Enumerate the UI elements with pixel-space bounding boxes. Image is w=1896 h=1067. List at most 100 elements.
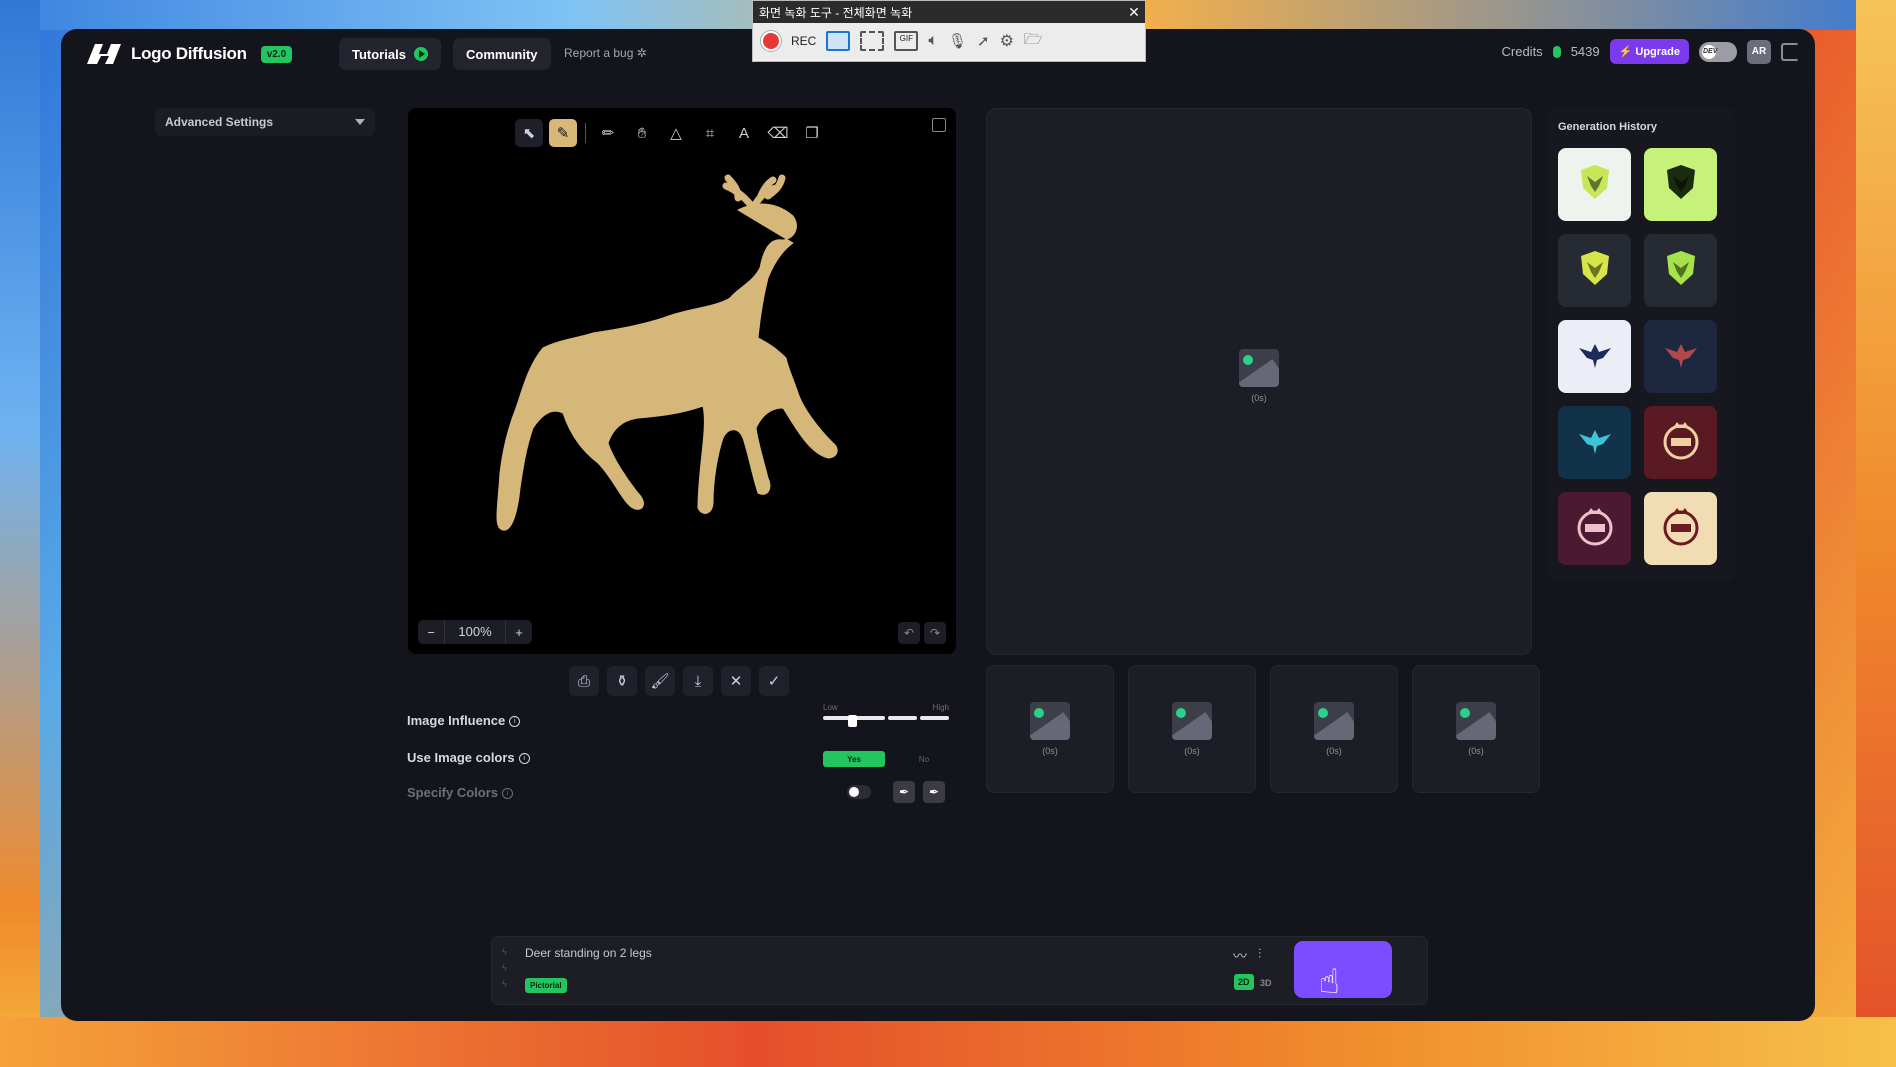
- canvas-actions: ⎙ ⚱ 🖌︎ ⤓ ✕ ✓: [569, 666, 789, 696]
- history-item[interactable]: [1558, 492, 1631, 565]
- fullscreen-icon[interactable]: [826, 31, 851, 51]
- info-icon[interactable]: i: [509, 716, 521, 728]
- image-placeholder-icon: [1456, 702, 1496, 740]
- rec-label[interactable]: REC: [791, 34, 816, 48]
- check-icon[interactable]: ✓: [759, 666, 789, 696]
- account-area: Credits 5439 ⚡ Upgrade DEV AR: [1501, 39, 1799, 64]
- clean-brush-icon[interactable]: 🖌︎: [645, 666, 675, 696]
- variation-thumb[interactable]: (0s): [1270, 665, 1398, 793]
- eagle-icon: [1575, 420, 1615, 465]
- region-select-icon[interactable]: [860, 31, 885, 51]
- report-label: Report a bug: [564, 46, 634, 60]
- thumb-time: (0s): [1326, 746, 1342, 756]
- mode-3d-button[interactable]: 3D: [1260, 978, 1272, 988]
- history-item[interactable]: [1644, 492, 1717, 565]
- recorder-title: 화면 녹화 도구 - 전체화면 녹화: [759, 5, 913, 20]
- bug-icon: ✲: [636, 46, 647, 60]
- desktop-wallpaper-right: [1856, 0, 1896, 1067]
- undo-icon[interactable]: ↶: [898, 622, 920, 644]
- eyedropper-icon[interactable]: ✒: [923, 781, 945, 803]
- logo[interactable]: Logo Diffusion v2.0: [85, 42, 293, 66]
- gif-icon[interactable]: GIF: [894, 31, 919, 51]
- credits-label: Credits: [1501, 44, 1543, 59]
- prompt-side-icons: ϟϟϟ: [502, 947, 507, 989]
- prompt-bar: ϟϟϟ Deer standing on 2 legs Pictorial 〰 …: [491, 936, 1428, 1005]
- prompt-input[interactable]: Deer standing on 2 legs: [525, 946, 652, 960]
- slider-labels: Low High: [823, 703, 949, 712]
- image-placeholder-icon: [1172, 702, 1212, 740]
- slider-track[interactable]: [823, 716, 949, 720]
- image-influence-label: Image Influence i: [407, 713, 521, 728]
- history-item[interactable]: [1558, 234, 1631, 307]
- sketch-canvas[interactable]: ⬉ ✎ ✏ ✋︎ △ ⌗ A ⌫ ❐ − 100% + ↶ ↷: [408, 108, 956, 654]
- no-option[interactable]: No: [893, 751, 955, 767]
- sliders-icon[interactable]: ⫶: [1258, 946, 1261, 962]
- history-title: Generation History: [1558, 121, 1658, 133]
- generate-button[interactable]: [1294, 941, 1392, 998]
- folder-icon[interactable]: 🗁︎: [1024, 29, 1043, 54]
- recorder-toolbar: REC GIF 🔈︎ 🎙︎ ➚ ⚙ 🗁︎: [753, 23, 1145, 59]
- zoom-out-button[interactable]: −: [418, 625, 444, 640]
- image-influence-slider[interactable]: Low High: [823, 703, 949, 727]
- tutorials-button[interactable]: Tutorials: [339, 38, 441, 70]
- preview-placeholder: (0s): [1239, 349, 1279, 403]
- eyedropper-icon[interactable]: ✒: [893, 781, 915, 803]
- history-item[interactable]: [1644, 148, 1717, 221]
- desktop-wallpaper-bottom: [0, 1017, 1896, 1067]
- logout-icon[interactable]: [1781, 42, 1799, 61]
- history-item[interactable]: [1558, 406, 1631, 479]
- image-influence-text: Image Influence: [407, 713, 506, 728]
- info-icon[interactable]: i: [502, 788, 514, 800]
- yes-option[interactable]: Yes: [823, 751, 885, 767]
- style-tag[interactable]: Pictorial: [525, 978, 567, 993]
- history-item[interactable]: [1644, 406, 1717, 479]
- gear-icon[interactable]: ⚙: [1000, 31, 1014, 51]
- upgrade-button[interactable]: ⚡ Upgrade: [1609, 39, 1689, 64]
- variation-thumb[interactable]: (0s): [986, 665, 1114, 793]
- specify-colors-toggle[interactable]: [847, 785, 871, 799]
- slider-high-label: High: [932, 703, 949, 712]
- close-icon[interactable]: ✕: [1123, 4, 1145, 21]
- zoom-level[interactable]: 100%: [444, 620, 506, 644]
- download-icon[interactable]: ⤓: [683, 666, 713, 696]
- microphone-icon[interactable]: 🎙︎: [948, 32, 967, 50]
- record-icon[interactable]: [761, 31, 781, 51]
- version-badge[interactable]: v2.0: [260, 45, 293, 63]
- dev-label: DEV: [1703, 47, 1718, 55]
- image-placeholder-icon: [1239, 349, 1279, 387]
- logo-mark-icon: [85, 42, 123, 66]
- history-item[interactable]: [1558, 320, 1631, 393]
- redo-icon[interactable]: ↷: [924, 622, 946, 644]
- slider-low-label: Low: [823, 703, 838, 712]
- thumb-time: (0s): [1468, 746, 1484, 756]
- advanced-settings-dropdown[interactable]: Advanced Settings: [155, 108, 375, 136]
- variation-thumb[interactable]: (0s): [1412, 665, 1540, 793]
- variation-thumb[interactable]: (0s): [1128, 665, 1256, 793]
- slider-thumb[interactable]: [848, 715, 858, 727]
- cursor-icon[interactable]: ➚: [977, 32, 990, 50]
- speaker-icon[interactable]: 🔈︎: [928, 32, 938, 50]
- info-icon[interactable]: i: [518, 753, 530, 765]
- zoom-in-button[interactable]: +: [506, 625, 532, 640]
- avatar[interactable]: AR: [1747, 39, 1771, 64]
- app-name: Logo Diffusion: [131, 44, 247, 63]
- history-item[interactable]: [1558, 148, 1631, 221]
- royal-badge-icon: [1659, 418, 1703, 467]
- fill-icon[interactable]: ⚱: [607, 666, 637, 696]
- close-icon[interactable]: ✕: [721, 666, 751, 696]
- dev-mode-toggle[interactable]: DEV: [1699, 41, 1737, 62]
- generation-history-panel: Generation History: [1548, 108, 1735, 582]
- use-image-colors-label: Use Image colors i: [407, 750, 530, 765]
- use-image-colors-text: Use Image colors: [407, 750, 515, 765]
- use-image-colors-toggle: Yes No: [823, 751, 955, 767]
- history-item[interactable]: [1644, 320, 1717, 393]
- magic-wand-icon[interactable]: 〰: [1233, 946, 1247, 966]
- recorder-titlebar: 화면 녹화 도구 - 전체화면 녹화 ✕: [753, 1, 1145, 23]
- report-bug-link[interactable]: Report a bug ✲: [564, 46, 647, 60]
- variation-thumbnails: (0s) (0s) (0s) (0s): [986, 665, 1540, 793]
- history-item[interactable]: [1644, 234, 1717, 307]
- community-button[interactable]: Community: [453, 38, 551, 70]
- upload-image-icon[interactable]: ⎙: [569, 666, 599, 696]
- shield-eagle-icon: [1575, 248, 1615, 293]
- mode-2d-button[interactable]: 2D: [1234, 974, 1254, 990]
